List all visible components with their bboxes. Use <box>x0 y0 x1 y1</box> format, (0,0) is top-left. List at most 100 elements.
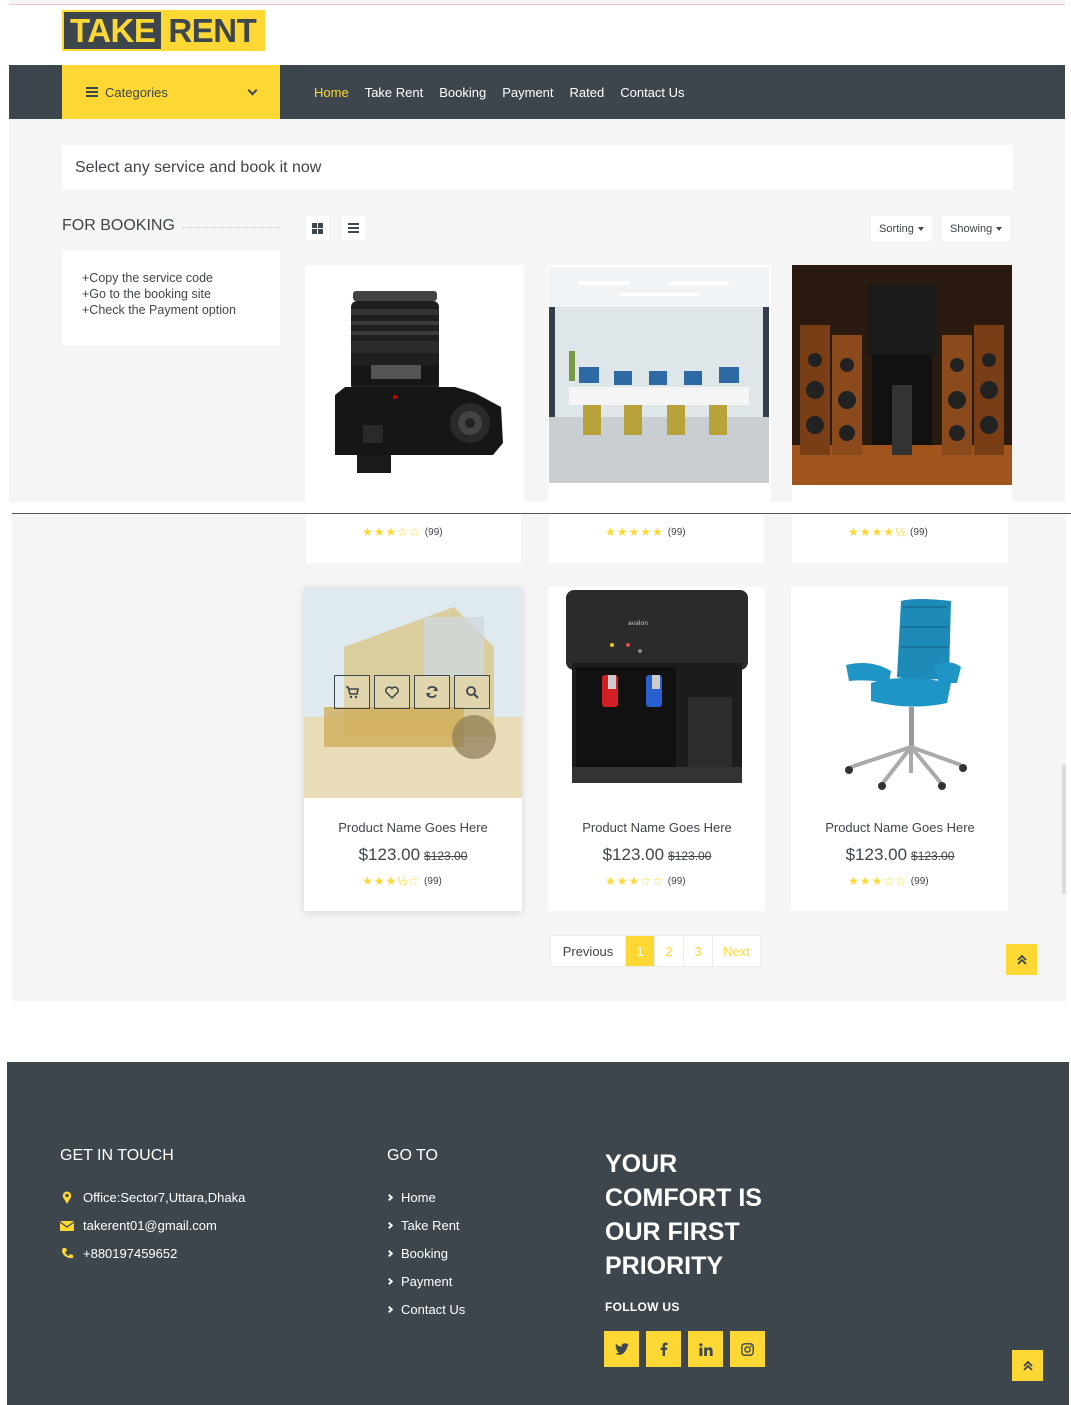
footer-goto-title: GO TO <box>387 1147 438 1164</box>
caret-down-icon <box>996 226 1003 231</box>
chevron-right-icon <box>385 1193 394 1202</box>
chevron-down-icon <box>247 85 258 95</box>
list-view-button[interactable] <box>342 216 365 240</box>
twitter-icon <box>614 1343 629 1355</box>
compare-button[interactable] <box>414 675 450 709</box>
speakers-image <box>792 265 1012 485</box>
nav-home[interactable]: Home <box>314 85 349 100</box>
nav-rated[interactable]: Rated <box>570 85 605 100</box>
footer-link-payment[interactable]: Payment <box>385 1274 452 1289</box>
star-rating-icon: ★★★☆☆ <box>362 525 421 539</box>
product-card[interactable]: Product Name Goes Here $123.00 $123.00 ★★… <box>791 587 1008 911</box>
scrollbar[interactable] <box>1062 764 1066 894</box>
product-name[interactable]: Product Name Goes Here <box>791 820 1009 835</box>
quick-view-button[interactable] <box>454 675 490 709</box>
categories-toggle[interactable]: Categories <box>62 65 280 119</box>
footer-email: takerent01@gmail.com <box>58 1218 217 1233</box>
site-logo[interactable]: TAKE RENT <box>62 10 266 51</box>
current-price: $123.00 <box>602 845 665 864</box>
product-name[interactable]: Product Name Goes Here <box>548 820 766 835</box>
footer-link-take-rent[interactable]: Take Rent <box>385 1218 460 1233</box>
star-rating-icon: ★★★★★ <box>605 525 664 539</box>
back-to-top-button[interactable] <box>1012 1350 1043 1381</box>
nav-payment[interactable]: Payment <box>502 85 553 100</box>
office-chair-image <box>791 587 1008 798</box>
footer-link-home[interactable]: Home <box>385 1190 436 1205</box>
product-card[interactable]: avalon Product Name Goes Here $123.00 $12… <box>548 587 765 911</box>
twitter-button[interactable] <box>604 1331 639 1367</box>
back-to-top-button[interactable] <box>1006 944 1037 975</box>
old-price: $123.00 <box>911 849 955 863</box>
nav-contact-us[interactable]: Contact Us <box>620 85 684 100</box>
main-navbar: Categories Home Take Rent Booking Paymen… <box>9 65 1065 119</box>
address-text: Office:Sector7,Uttara,Dhaka <box>83 1190 246 1205</box>
chevron-right-icon <box>385 1249 394 1258</box>
product-rating: ★★★½☆ (99) <box>362 874 442 888</box>
product-card[interactable] <box>548 265 771 502</box>
product-card[interactable] <box>305 265 524 502</box>
product-card[interactable]: Product Name Goes Here $123.00 $123.00 ★★… <box>304 587 522 911</box>
grid-icon <box>312 222 323 234</box>
star-rating-icon: ★★★★½ <box>848 525 907 539</box>
showing-label: Showing <box>950 222 993 235</box>
product-card-bottom[interactable]: ★★★★★ (99) <box>549 514 764 563</box>
linkedin-button[interactable] <box>688 1331 723 1367</box>
product-rating: ★★★☆☆ (99) <box>848 874 929 888</box>
add-to-cart-button[interactable] <box>334 675 370 709</box>
grid-view-button[interactable] <box>306 216 329 240</box>
pagination-page[interactable]: 2 <box>655 936 684 966</box>
instagram-icon <box>741 1342 754 1356</box>
facebook-icon <box>660 1342 667 1356</box>
review-count: (99) <box>424 875 442 887</box>
sorting-label: Sorting <box>879 222 914 235</box>
footer-link-booking[interactable]: Booking <box>385 1246 448 1261</box>
product-card[interactable] <box>792 265 1012 502</box>
pagination-next[interactable]: Next <box>713 936 760 966</box>
product-card-bottom[interactable]: ★★★★½ (99) <box>792 514 1008 563</box>
product-rating: ★★★☆☆ (99) <box>605 874 686 888</box>
old-price: $123.00 <box>424 849 468 863</box>
pagination-page[interactable]: 1 <box>626 936 655 966</box>
nav-take-rent[interactable]: Take Rent <box>365 85 424 100</box>
star-rating-icon: ★★★½☆ <box>362 874 421 888</box>
list-icon <box>348 221 359 235</box>
double-chevron-up-icon <box>1016 954 1027 965</box>
footer-link-contact-us[interactable]: Contact Us <box>385 1302 465 1317</box>
footer-link-label: Home <box>401 1190 436 1205</box>
booking-step: +Copy the service code <box>82 271 213 285</box>
banner-text: Select any service and book it now <box>75 158 322 176</box>
logo-part-1: TAKE <box>70 12 156 49</box>
current-price: $123.00 <box>358 845 421 864</box>
star-rating-icon: ★★★☆☆ <box>605 874 664 888</box>
phone-text[interactable]: +880197459652 <box>83 1246 177 1261</box>
product-rating: ★★★☆☆ (99) <box>362 525 443 539</box>
pagination-previous[interactable]: Previous <box>551 936 626 966</box>
top-viewport: TAKE RENT Categories Home Take Rent Book… <box>9 0 1065 502</box>
instagram-button[interactable] <box>730 1331 765 1367</box>
showing-dropdown[interactable]: Showing <box>942 216 1011 241</box>
categories-label: Categories <box>105 84 168 100</box>
product-name[interactable]: Product Name Goes Here <box>304 820 522 835</box>
facebook-button[interactable] <box>646 1331 681 1367</box>
wishlist-button[interactable] <box>374 675 410 709</box>
review-count: (99) <box>910 526 928 538</box>
review-count: (99) <box>910 875 929 887</box>
review-count: (99) <box>667 526 686 538</box>
follow-us-title: FOLLOW US <box>605 1300 680 1314</box>
email-link[interactable]: takerent01@gmail.com <box>83 1218 217 1233</box>
envelope-icon <box>60 1220 74 1231</box>
sorting-dropdown[interactable]: Sorting <box>871 216 932 241</box>
nav-booking[interactable]: Booking <box>439 85 486 100</box>
product-actions <box>334 675 494 709</box>
footer-link-label: Take Rent <box>401 1218 460 1233</box>
dispenser-brand-label: avalon <box>628 620 648 627</box>
camera-image <box>335 291 503 473</box>
review-count: (99) <box>424 526 443 538</box>
refresh-icon <box>426 686 438 698</box>
chevron-right-icon <box>385 1221 394 1230</box>
current-price: $123.00 <box>845 845 908 864</box>
pagination-page[interactable]: 3 <box>684 936 713 966</box>
double-chevron-up-icon <box>1022 1360 1033 1371</box>
product-card-bottom[interactable]: ★★★☆☆ (99) <box>306 514 521 563</box>
nav-links: Home Take Rent Booking Payment Rated Con… <box>314 65 701 119</box>
